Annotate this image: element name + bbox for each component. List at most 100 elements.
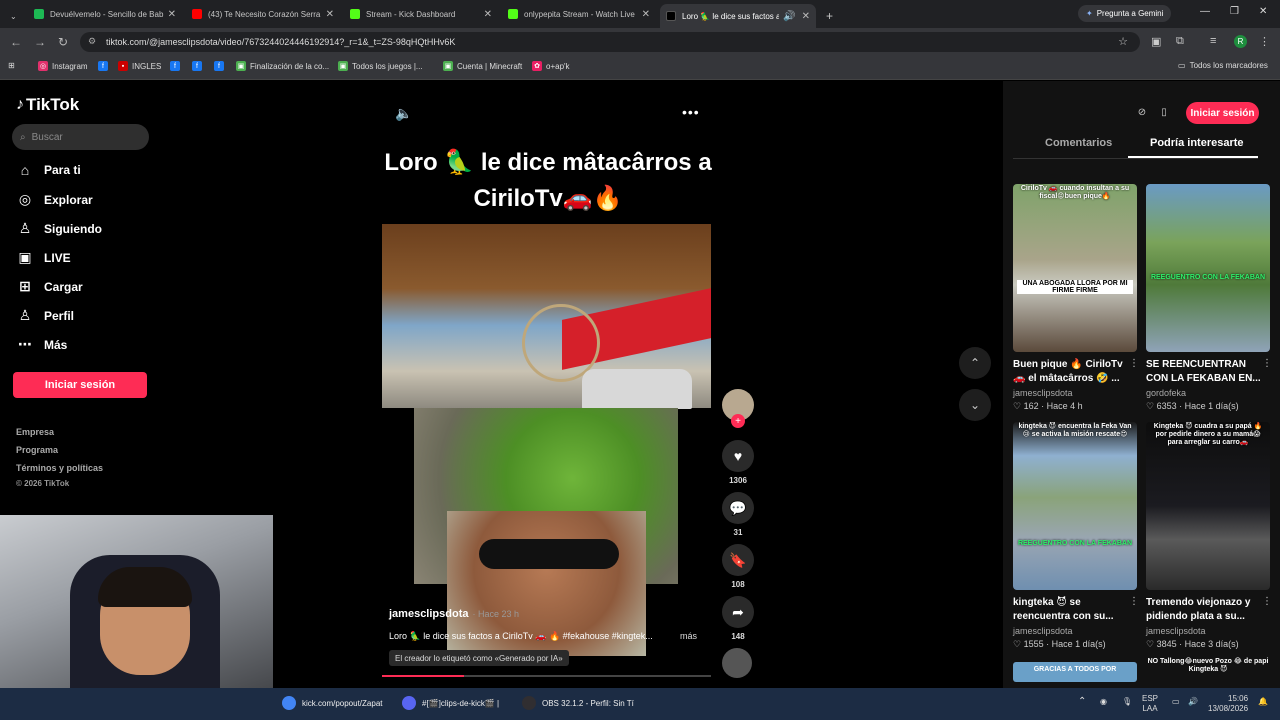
nav-item[interactable]: ♙ Perfil — [16, 307, 74, 324]
browser-tab[interactable]: Devuélvemelo - Sencillo de Bab ✕ — [28, 4, 182, 24]
bookmark-item[interactable]: f — [98, 61, 108, 71]
video-thumbnail[interactable]: CiriloTv 🚗 cuando insultan a su fiscal😡b… — [1013, 184, 1137, 352]
card-menu-icon[interactable]: ⋮ — [1129, 358, 1139, 369]
recommended-video-card[interactable]: CiriloTv 🚗 cuando insultan a su fiscal😡b… — [1013, 184, 1139, 412]
tab-recommended[interactable]: Podría interesarte — [1150, 137, 1244, 149]
close-icon[interactable]: ✕ — [642, 9, 650, 20]
network-icon[interactable]: ▭ — [1172, 697, 1180, 707]
apps-icon[interactable]: ⊞ — [8, 61, 15, 70]
card-title[interactable]: kingteka 😈 se reencuentra con su... — [1013, 596, 1137, 624]
reload-icon[interactable]: ↻ — [58, 35, 68, 49]
close-window-icon[interactable]: ✕ — [1259, 6, 1267, 17]
video-author[interactable]: jamesclipsdota · Hace 23 h — [389, 608, 519, 620]
login-button-right[interactable]: Iniciar sesión — [1186, 102, 1259, 124]
recommended-video-card[interactable]: kingteka 😈 encuentra la Feka Van😢 se act… — [1013, 422, 1139, 650]
next-video-thumb[interactable]: NO Tallong😂nuevo Pozo 😂 de papi Kingteka… — [1146, 657, 1270, 683]
search-input[interactable]: ⌕ Buscar — [12, 124, 149, 150]
media-icon[interactable]: ≡ — [1210, 35, 1216, 47]
taskbar-app[interactable]: OBS 32.1.2 - Perfil: Sin Tí — [522, 696, 634, 710]
login-button[interactable]: Iniciar sesión — [13, 372, 147, 398]
music-disc-icon[interactable] — [722, 648, 752, 678]
extensions-icon[interactable]: ⧉ — [1176, 35, 1184, 48]
card-user[interactable]: jamesclipsdota — [1013, 626, 1137, 636]
all-bookmarks[interactable]: ▭ Todos los marcadores — [1178, 61, 1268, 70]
restore-icon[interactable]: ❐ — [1230, 6, 1239, 17]
card-title[interactable]: Tremendo viejonazo y pidiendo plata a su… — [1146, 596, 1270, 624]
star-icon[interactable]: ☆ — [1118, 35, 1128, 48]
comment-icon[interactable]: 💬 — [722, 492, 754, 524]
minimize-icon[interactable]: — — [1200, 6, 1210, 17]
card-user[interactable]: gordofeka — [1146, 388, 1270, 398]
volume-icon[interactable]: 🔈 — [395, 105, 412, 122]
close-icon[interactable]: ✕ — [802, 11, 810, 22]
card-user[interactable]: jamesclipsdota — [1013, 388, 1137, 398]
card-menu-icon[interactable]: ⋮ — [1262, 596, 1272, 607]
tab-comments[interactable]: Comentarios — [1045, 137, 1112, 149]
profile-avatar[interactable]: R — [1234, 35, 1247, 48]
taskbar-app[interactable]: #[🎬]clips-de-kick🎬 | — [402, 696, 499, 710]
nav-item[interactable]: ▣ LIVE — [16, 249, 70, 266]
language-indicator[interactable]: ESP LAA — [1142, 694, 1158, 714]
card-user[interactable]: jamesclipsdota — [1146, 626, 1270, 636]
footer-link[interactable]: Términos y políticas — [16, 463, 103, 473]
screen-icon[interactable]: ▣ — [1151, 35, 1161, 48]
card-menu-icon[interactable]: ⋮ — [1262, 358, 1272, 369]
bookmark-item[interactable]: ▪ INGLES — [118, 61, 161, 71]
nav-item[interactable]: ⋯ Más — [16, 336, 67, 353]
browser-tab-active[interactable]: Loro 🦜 le dice sus factos a 🔊 ✕ — [660, 4, 816, 28]
close-icon[interactable]: ✕ — [484, 9, 492, 20]
tray-arrow-icon[interactable]: ⌃ — [1078, 697, 1086, 707]
nav-item[interactable]: ⌂ Para ti — [16, 162, 81, 178]
comment-action[interactable]: 💬 31 — [722, 492, 754, 537]
taskbar-app[interactable]: kick.com/popout/Zapat — [282, 696, 382, 710]
video-thumbnail[interactable]: Kingteka 😈 cuadra a su papá 🔥 por pedirl… — [1146, 422, 1270, 590]
volume-tray-icon[interactable]: 🔊 — [1188, 697, 1198, 707]
close-icon[interactable]: ✕ — [168, 9, 176, 20]
notification-icon[interactable]: 🔔 — [1258, 697, 1268, 707]
more-link[interactable]: más — [680, 631, 697, 641]
share-icon[interactable]: ➦ — [722, 596, 754, 628]
close-icon[interactable]: ✕ — [326, 9, 334, 20]
card-title[interactable]: Buen pique 🔥 CiriloTv 🚗 el mâtacârros 🤣 … — [1013, 358, 1137, 386]
like-action[interactable]: ♥ 1306 — [722, 440, 754, 485]
menu-icon[interactable]: ⋮ — [1259, 35, 1270, 48]
nav-item[interactable]: ♙ Siguiendo — [16, 220, 102, 237]
bookmark-icon[interactable]: 🔖 — [722, 544, 754, 576]
footer-link[interactable]: Programa — [16, 445, 58, 455]
next-video-button[interactable]: ⌄ — [959, 389, 991, 421]
browser-tab[interactable]: Stream - Kick Dashboard ✕ — [344, 4, 498, 24]
video-frame-top[interactable] — [382, 224, 711, 409]
video-thumbnail[interactable]: REEGUENTRO CON LA FEKABAN — [1146, 184, 1270, 352]
phone-icon[interactable]: ▯ — [1155, 103, 1173, 121]
tab-list-button[interactable]: ⌄ — [4, 6, 23, 26]
heart-icon[interactable]: ♥ — [722, 440, 754, 472]
back-icon[interactable]: ← — [10, 35, 22, 49]
bookmark-item[interactable]: ✿ o+ap'k — [532, 61, 570, 71]
bookmark-item[interactable]: ▣ Todos los juegos |... — [338, 61, 423, 71]
gemini-button[interactable]: ✦ Pregunta a Gemini — [1078, 5, 1172, 22]
follow-plus-icon[interactable]: + — [731, 414, 745, 428]
bookmark-item[interactable]: f — [170, 61, 180, 71]
new-tab-button[interactable]: + — [820, 6, 839, 26]
bookmark-item[interactable]: ◎ Instagram — [38, 61, 88, 71]
recommended-video-card[interactable]: REEGUENTRO CON LA FEKABAN SE REENCUENTRAN… — [1146, 184, 1272, 412]
share-action[interactable]: ➦ 148 — [722, 596, 754, 641]
bookmark-item[interactable]: ▣ Finalización de la co... — [236, 61, 329, 71]
video-progress-bar[interactable] — [382, 675, 711, 677]
nav-item[interactable]: ◎ Explorar — [16, 191, 93, 208]
bookmark-item[interactable]: f — [214, 61, 224, 71]
speaker-icon[interactable]: 🔊 — [783, 11, 795, 22]
save-action[interactable]: 🔖 108 — [722, 544, 754, 589]
clock[interactable]: 15:06 13/08/2026 — [1208, 694, 1248, 714]
recommended-video-card[interactable]: Kingteka 😈 cuadra a su papá 🔥 por pedirl… — [1146, 422, 1272, 650]
bookmark-item[interactable]: f — [192, 61, 202, 71]
footer-link[interactable]: Empresa — [16, 427, 54, 437]
microphone-icon[interactable]: 🎙 — [1122, 697, 1132, 707]
compass-small-icon[interactable]: ⊘ — [1133, 103, 1151, 121]
nav-item[interactable]: ⊞ Cargar — [16, 278, 83, 295]
bookmark-item[interactable]: ▣ Cuenta | Minecraft — [443, 61, 522, 71]
tiktok-logo[interactable]: ♪ TikTok — [16, 95, 79, 115]
previous-video-button[interactable]: ⌃ — [959, 347, 991, 379]
tray-app-icon[interactable]: ◉ — [1100, 697, 1107, 707]
card-menu-icon[interactable]: ⋮ — [1129, 596, 1139, 607]
